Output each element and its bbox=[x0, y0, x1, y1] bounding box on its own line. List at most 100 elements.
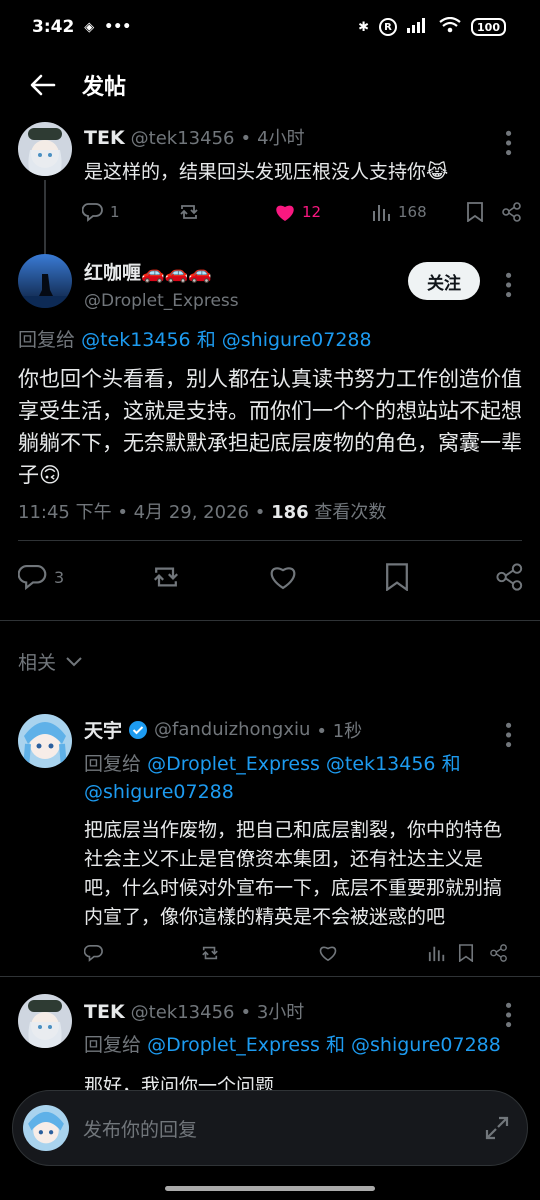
reply-prefix: 回复给 bbox=[18, 329, 76, 351]
display-name[interactable]: 红咖喱🚗🚗🚗 bbox=[84, 258, 239, 285]
layers-icon: ◈ bbox=[84, 19, 95, 35]
share-button[interactable] bbox=[496, 563, 524, 591]
page-title: 发帖 bbox=[82, 75, 127, 100]
reply-button[interactable] bbox=[84, 944, 200, 962]
share-icon bbox=[502, 202, 521, 222]
share-icon bbox=[496, 563, 523, 591]
signal-icon bbox=[407, 17, 429, 37]
tweet-time[interactable]: • 3小时 bbox=[241, 998, 305, 1024]
reply-tweet[interactable]: TEK @tek13456 • 3小时 ••• 回复给 @Droplet_Exp… bbox=[0, 980, 540, 1090]
battery-indicator: 100 bbox=[471, 18, 506, 36]
views-button[interactable]: 168 bbox=[372, 203, 466, 221]
like-button[interactable]: 12 bbox=[274, 202, 372, 222]
display-name[interactable]: TEK bbox=[84, 1001, 125, 1023]
mention-link[interactable]: @shigure07288 bbox=[351, 1034, 501, 1056]
retweet-icon bbox=[180, 205, 198, 219]
share-button[interactable] bbox=[502, 202, 522, 222]
tweet-timestamp: 11:45 下午 • 4月 29, 2026 • bbox=[18, 502, 266, 523]
retweet-button[interactable] bbox=[200, 944, 318, 962]
reply-button[interactable]: 1 bbox=[82, 202, 178, 222]
tweet-meta: 11:45 下午 • 4月 29, 2026 • 186 查看次数 bbox=[18, 498, 386, 524]
share-button[interactable] bbox=[490, 944, 508, 962]
reply-context: 回复给 @tek13456 和 @shigure07288 bbox=[18, 325, 372, 352]
verified-badge-icon bbox=[129, 720, 148, 739]
mention-and[interactable]: 和 bbox=[197, 329, 216, 351]
reply-context: 回复给 @Droplet_Express 和 @shigure07288 bbox=[84, 1030, 501, 1057]
mention-link[interactable]: @shigure07288 bbox=[222, 329, 372, 351]
tweet-time[interactable]: 4小时 bbox=[257, 124, 304, 150]
tweet-time[interactable]: • 1秒 bbox=[316, 717, 362, 743]
bookmark-button[interactable] bbox=[458, 944, 490, 962]
expand-icon[interactable] bbox=[483, 1114, 511, 1142]
tweet-actions: 1 12 168 bbox=[82, 202, 526, 222]
mention-and[interactable]: 和 bbox=[442, 753, 461, 775]
more-options-icon[interactable]: ••• bbox=[497, 1000, 518, 1029]
more-options-icon[interactable]: ••• bbox=[497, 128, 518, 157]
like-count: 12 bbox=[302, 203, 322, 221]
avatar[interactable] bbox=[18, 994, 72, 1048]
user-handle[interactable]: @fanduizhongxiu bbox=[154, 719, 310, 740]
reply-input[interactable]: 发布你的回复 bbox=[83, 1115, 483, 1142]
reply-icon bbox=[84, 944, 103, 962]
reply-tweet[interactable]: 天宇 @fanduizhongxiu • 1秒 ••• 回复给 @Droplet… bbox=[0, 700, 540, 976]
bookmark-button[interactable] bbox=[384, 563, 410, 591]
avatar[interactable] bbox=[18, 122, 72, 176]
reply-prefix: 回复给 bbox=[84, 753, 142, 775]
heart-icon bbox=[319, 946, 337, 962]
tweet-text: 是这样的，结果回头发现压根没人支持你😹 bbox=[84, 161, 449, 183]
reply-count: 3 bbox=[54, 567, 65, 587]
bookmark-icon bbox=[386, 563, 408, 591]
mention-and[interactable]: 和 bbox=[326, 1034, 345, 1056]
divider bbox=[18, 540, 522, 541]
divider bbox=[0, 976, 540, 977]
related-section-toggle[interactable]: 相关 bbox=[18, 648, 82, 675]
reply-composer[interactable]: 发布你的回复 bbox=[12, 1090, 528, 1166]
mention-link[interactable]: @shigure07288 bbox=[84, 781, 234, 803]
retweet-button[interactable] bbox=[150, 563, 182, 591]
tweet-header: TEK @tek13456 • 4小时 bbox=[84, 124, 305, 150]
reply-button[interactable]: 3 bbox=[18, 563, 64, 591]
bookmark-icon bbox=[467, 202, 483, 222]
top-bar: 发帖 bbox=[0, 54, 540, 116]
tweet-actions bbox=[84, 944, 524, 962]
reply-icon bbox=[82, 203, 103, 222]
more-options-icon[interactable]: ••• bbox=[497, 720, 518, 749]
reply-prefix: 回复给 bbox=[84, 1034, 142, 1056]
views-label: 查看次数 bbox=[314, 502, 387, 523]
tweet-text: 你也回个头看看，别人都在认真读书努力工作创造价值享受生活，这就是支持。而你们一个… bbox=[18, 367, 522, 487]
reply-context: 回复给 @Droplet_Express @tek13456 和 @shigur… bbox=[84, 750, 504, 806]
dot-separator: • bbox=[240, 128, 252, 149]
wifi-icon bbox=[439, 16, 461, 37]
tweet-header: 天宇 @fanduizhongxiu • 1秒 bbox=[84, 716, 362, 743]
heart-icon bbox=[270, 567, 296, 590]
like-button[interactable] bbox=[318, 944, 428, 962]
mention-link[interactable]: @Droplet_Express bbox=[147, 1034, 320, 1056]
bookmark-button[interactable] bbox=[466, 202, 502, 222]
mention-link[interactable]: @tek13456 bbox=[81, 329, 191, 351]
parent-tweet[interactable]: TEK @tek13456 • 4小时 ••• 是这样的，结果回头发现压根没人支… bbox=[0, 120, 540, 254]
retweet-icon bbox=[202, 946, 218, 960]
views-button[interactable] bbox=[428, 944, 458, 962]
tweet-text: 把底层当作废物，把自己和底层割裂，你中的特色社会主义不止是官僚资本集团，还有社达… bbox=[84, 819, 503, 928]
user-handle[interactable]: @tek13456 bbox=[131, 128, 235, 149]
tweet-text: 那好，我问你一个问题 bbox=[84, 1075, 275, 1090]
main-tweet-actions: 3 bbox=[18, 563, 524, 591]
avatar[interactable] bbox=[18, 254, 72, 308]
mention-link[interactable]: @Droplet_Express @tek13456 bbox=[147, 753, 435, 775]
avatar bbox=[23, 1105, 69, 1151]
avatar[interactable] bbox=[18, 714, 72, 768]
user-handle[interactable]: @Droplet_Express bbox=[84, 291, 239, 311]
status-right: ✱ R 100 bbox=[358, 16, 506, 37]
retweet-button[interactable] bbox=[178, 202, 274, 222]
display-name[interactable]: TEK bbox=[84, 127, 125, 149]
like-button[interactable] bbox=[268, 563, 298, 591]
more-options-icon[interactable]: ••• bbox=[497, 270, 518, 299]
back-arrow-icon[interactable] bbox=[28, 70, 58, 100]
user-handle[interactable]: @tek13456 bbox=[131, 1002, 235, 1023]
bluetooth-icon: ✱ bbox=[358, 19, 370, 35]
bar-chart-icon bbox=[428, 946, 445, 962]
view-count: 168 bbox=[398, 203, 427, 221]
display-name[interactable]: 天宇 bbox=[84, 716, 122, 743]
home-indicator bbox=[165, 1186, 375, 1191]
follow-button[interactable]: 关注 bbox=[408, 262, 480, 300]
